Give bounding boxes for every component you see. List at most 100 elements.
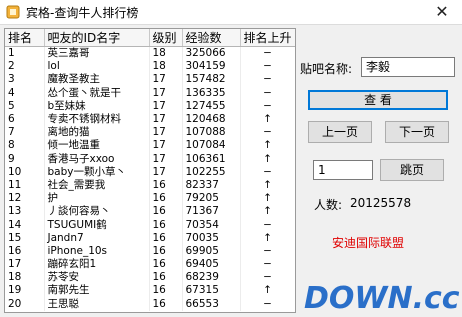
cell-level: 17 <box>149 73 183 87</box>
cell-rank: 11 <box>5 178 45 193</box>
table-row[interactable]: 18 苏苓安 16 68239− <box>5 271 295 285</box>
cell-rank-change: ↑ <box>240 192 295 206</box>
ranking-table: 排名 吧友的ID名字 级别 经验数 排名上升 1 英三嘉哥 18 325066−2 lo… <box>4 28 296 313</box>
cell-experience: 304159 <box>182 60 241 74</box>
population-value: 20125578 <box>350 196 412 210</box>
cell-level: 16 <box>149 231 183 245</box>
table-row[interactable]: 11 社会_需要我 16 82337 ↑ <box>5 178 295 193</box>
cell-experience: 127455 <box>182 99 241 113</box>
cell-user-id: lol <box>44 60 150 74</box>
cell-rank: 10 <box>5 165 45 179</box>
app-icon <box>6 5 20 19</box>
cell-experience: 102255 <box>182 165 241 179</box>
cell-rank: 17 <box>5 258 45 272</box>
cell-level: 16 <box>149 258 183 272</box>
table-row[interactable]: 13 丿談何容易丶 16 71367 ↑ <box>5 205 295 219</box>
cell-user-id: TSUGUMI鹤 <box>44 218 150 232</box>
cell-rank-change: − <box>240 46 295 61</box>
cell-level: 17 <box>149 126 183 140</box>
cell-rank-change: − <box>240 165 295 179</box>
cell-rank-change: − <box>240 271 295 285</box>
cell-level: 16 <box>149 271 183 285</box>
close-button[interactable]: ✕ <box>422 0 462 24</box>
control-panel: 贴吧名称: 李毅 查 看 上一页 下一页 1 跳页 人数: 20125578 安… <box>298 28 458 311</box>
cell-rank-change: − <box>240 126 295 140</box>
table-row[interactable]: 19 南郭先生 16 67315 ↑ <box>5 284 295 298</box>
table-header-row: 排名 吧友的ID名字 级别 经验数 排名上升 <box>5 29 295 47</box>
table-row[interactable]: 17 蹦碎玄阳1 16 69405− <box>5 258 295 272</box>
cell-experience: 120468 <box>182 112 241 127</box>
cell-rank: 20 <box>5 297 45 311</box>
table-row[interactable]: 2 lol 18 304159− <box>5 60 295 74</box>
table-row[interactable]: 3 魔教圣教主 17 157482− <box>5 73 295 87</box>
cell-rank-change: ↑ <box>240 178 295 193</box>
population-label: 人数: <box>314 198 343 212</box>
cell-rank-change: − <box>240 86 295 100</box>
cell-level: 16 <box>149 244 183 258</box>
cell-rank-change: ↑ <box>240 284 295 298</box>
cell-user-id: 王思聪 <box>44 297 150 311</box>
watermark-text: DOWN.cc <box>304 281 460 316</box>
cell-user-id: 香港马子xxoo <box>44 152 150 166</box>
cell-user-id: 丿談何容易丶 <box>44 205 150 219</box>
cell-rank: 8 <box>5 139 45 153</box>
table-row[interactable]: 7 离地的猫 17 107088− <box>5 126 295 140</box>
cell-level: 18 <box>149 46 183 61</box>
cell-rank-change: ↑ <box>240 205 295 219</box>
cell-rank: 14 <box>5 218 45 232</box>
cell-experience: 136335 <box>182 86 241 100</box>
column-header-user-id[interactable]: 吧友的ID名字 <box>44 29 150 47</box>
cell-rank-change: − <box>240 73 295 87</box>
cell-experience: 79205 <box>182 192 241 206</box>
cell-level: 17 <box>149 86 183 100</box>
table-row[interactable]: 14 TSUGUMI鹤 16 70354− <box>5 218 295 232</box>
jump-page-button[interactable]: 跳页 <box>380 159 444 181</box>
bar-name-label: 贴吧名称: <box>300 62 353 76</box>
table-row[interactable]: 8 倾一地温重 17 107084 ↑ <box>5 139 295 153</box>
column-header-rank-change[interactable]: 排名上升 <box>240 29 295 47</box>
cell-level: 16 <box>149 297 183 311</box>
cell-user-id: 英三嘉哥 <box>44 46 150 61</box>
cell-experience: 69905 <box>182 244 241 258</box>
cell-rank: 3 <box>5 73 45 87</box>
cell-experience: 157482 <box>182 73 241 87</box>
cell-user-id: 蹦碎玄阳1 <box>44 258 150 272</box>
table-row[interactable]: 16 iPhone_10s 16 69905− <box>5 244 295 258</box>
cell-rank-change: ↑ <box>240 112 295 127</box>
bar-name-input[interactable]: 李毅 <box>361 57 455 77</box>
cell-user-id: 倾一地温重 <box>44 139 150 153</box>
column-header-rank[interactable]: 排名 <box>5 29 45 47</box>
view-button[interactable]: 查 看 <box>308 90 448 110</box>
table-row[interactable]: 15 Jandn7 16 70035 ↑ <box>5 231 295 245</box>
cell-rank: 7 <box>5 126 45 140</box>
page-number-input[interactable]: 1 <box>313 160 373 180</box>
cell-level: 16 <box>149 192 183 206</box>
cell-experience: 68239 <box>182 271 241 285</box>
cell-rank: 6 <box>5 112 45 127</box>
cell-level: 18 <box>149 60 183 74</box>
cell-rank: 2 <box>5 60 45 74</box>
prev-page-button[interactable]: 上一页 <box>308 121 372 143</box>
cell-user-id: 苏苓安 <box>44 271 150 285</box>
alliance-link[interactable]: 安迪国际联盟 <box>332 234 404 251</box>
table-row[interactable]: 5 b至妹妹 17 127455− <box>5 99 295 113</box>
table-row[interactable]: 9 香港马子xxoo 17 106361 ↑ <box>5 152 295 166</box>
cell-user-id: 专卖不锈钢材料 <box>44 112 150 127</box>
cell-experience: 66553 <box>182 297 241 311</box>
table-row[interactable]: 12 护 16 79205 ↑ <box>5 192 295 206</box>
table-row[interactable]: 1 英三嘉哥 18 325066− <box>5 46 295 61</box>
column-header-level[interactable]: 级别 <box>149 29 183 47</box>
cell-level: 17 <box>149 112 183 127</box>
cell-experience: 325066 <box>182 46 241 61</box>
watermark-logo: DOWN.cc <box>304 281 460 316</box>
cell-user-id: 魔教圣教主 <box>44 73 150 87</box>
cell-user-id: baby一颗小草丶 <box>44 165 150 179</box>
column-header-experience[interactable]: 经验数 <box>182 29 241 47</box>
table-row[interactable]: 20 王思聪 16 66553− <box>5 297 295 311</box>
table-row[interactable]: 6 专卖不锈钢材料 17 120468 ↑ <box>5 112 295 127</box>
cell-rank: 12 <box>5 192 45 206</box>
next-page-button[interactable]: 下一页 <box>385 121 449 143</box>
cell-level: 16 <box>149 218 183 232</box>
table-row[interactable]: 4 怂个蛋丶就是干 17 136335− <box>5 86 295 100</box>
table-row[interactable]: 10 baby一颗小草丶 17 102255− <box>5 165 295 179</box>
